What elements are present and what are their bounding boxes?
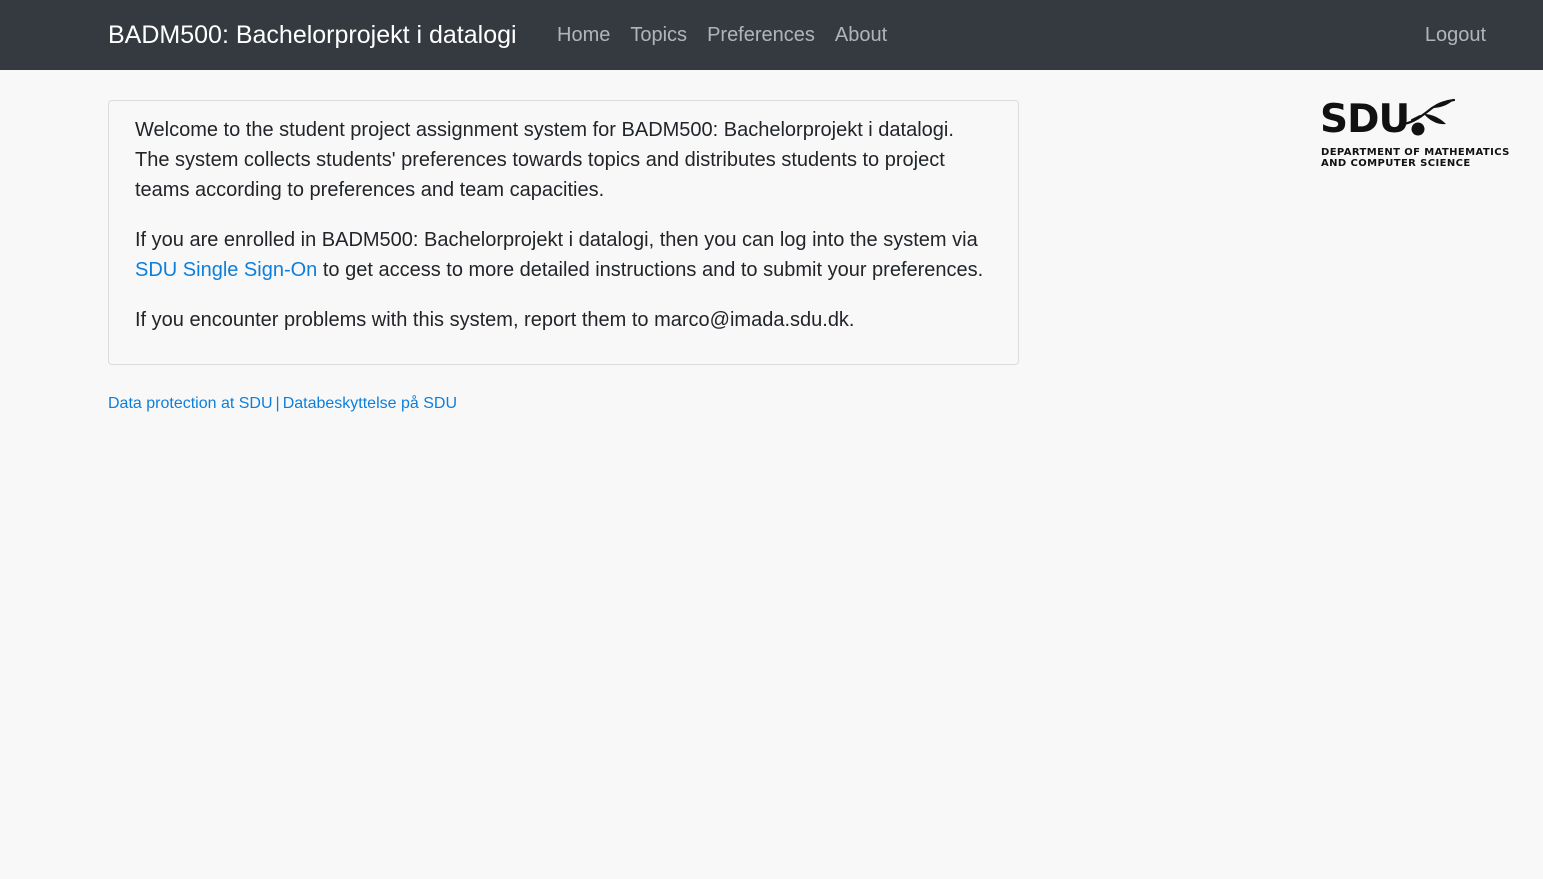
- login-text-after: to get access to more detailed instructi…: [317, 259, 984, 281]
- welcome-card: Welcome to the student project assignmen…: [108, 100, 1019, 365]
- sdu-department-line2: AND COMPUTER SCIENCE: [1321, 158, 1471, 169]
- databeskyttelse-link[interactable]: Databeskyttelse på SDU: [283, 395, 457, 412]
- top-navbar: BADM500: Bachelorprojekt i datalogi Home…: [0, 0, 1543, 70]
- welcome-paragraph: Welcome to the student project assignmen…: [135, 119, 954, 201]
- sdu-department-line1: DEPARTMENT OF MATHEMATICS: [1321, 147, 1510, 158]
- nav-topics[interactable]: Topics: [620, 22, 697, 48]
- login-text-before: If you are enrolled in BADM500: Bachelor…: [135, 229, 978, 251]
- data-protection-link[interactable]: Data protection at SDU: [108, 395, 273, 412]
- nav-home[interactable]: Home: [547, 22, 620, 48]
- main-nav: Home Topics Preferences About: [547, 22, 897, 48]
- sso-link[interactable]: SDU Single Sign-On: [135, 259, 317, 281]
- login-paragraph: If you are enrolled in BADM500: Bachelor…: [135, 225, 993, 285]
- sdu-leaf-icon: [1402, 98, 1456, 136]
- sdu-wordmark: SDU: [1320, 97, 1410, 142]
- nav-preferences[interactable]: Preferences: [697, 22, 825, 48]
- sdu-logo: SDU DEPARTMENT OF MATHEMATICS AND COMPUT…: [1320, 97, 1509, 173]
- logout-link[interactable]: Logout: [1425, 22, 1486, 48]
- footer-links: Data protection at SDU | Databeskyttelse p…: [108, 393, 457, 415]
- brand-link[interactable]: BADM500: Bachelorprojekt i datalogi: [108, 20, 517, 50]
- contact-paragraph: If you encounter problems with this syst…: [135, 309, 855, 331]
- footer-separator: |: [275, 395, 280, 412]
- nav-about[interactable]: About: [825, 22, 897, 48]
